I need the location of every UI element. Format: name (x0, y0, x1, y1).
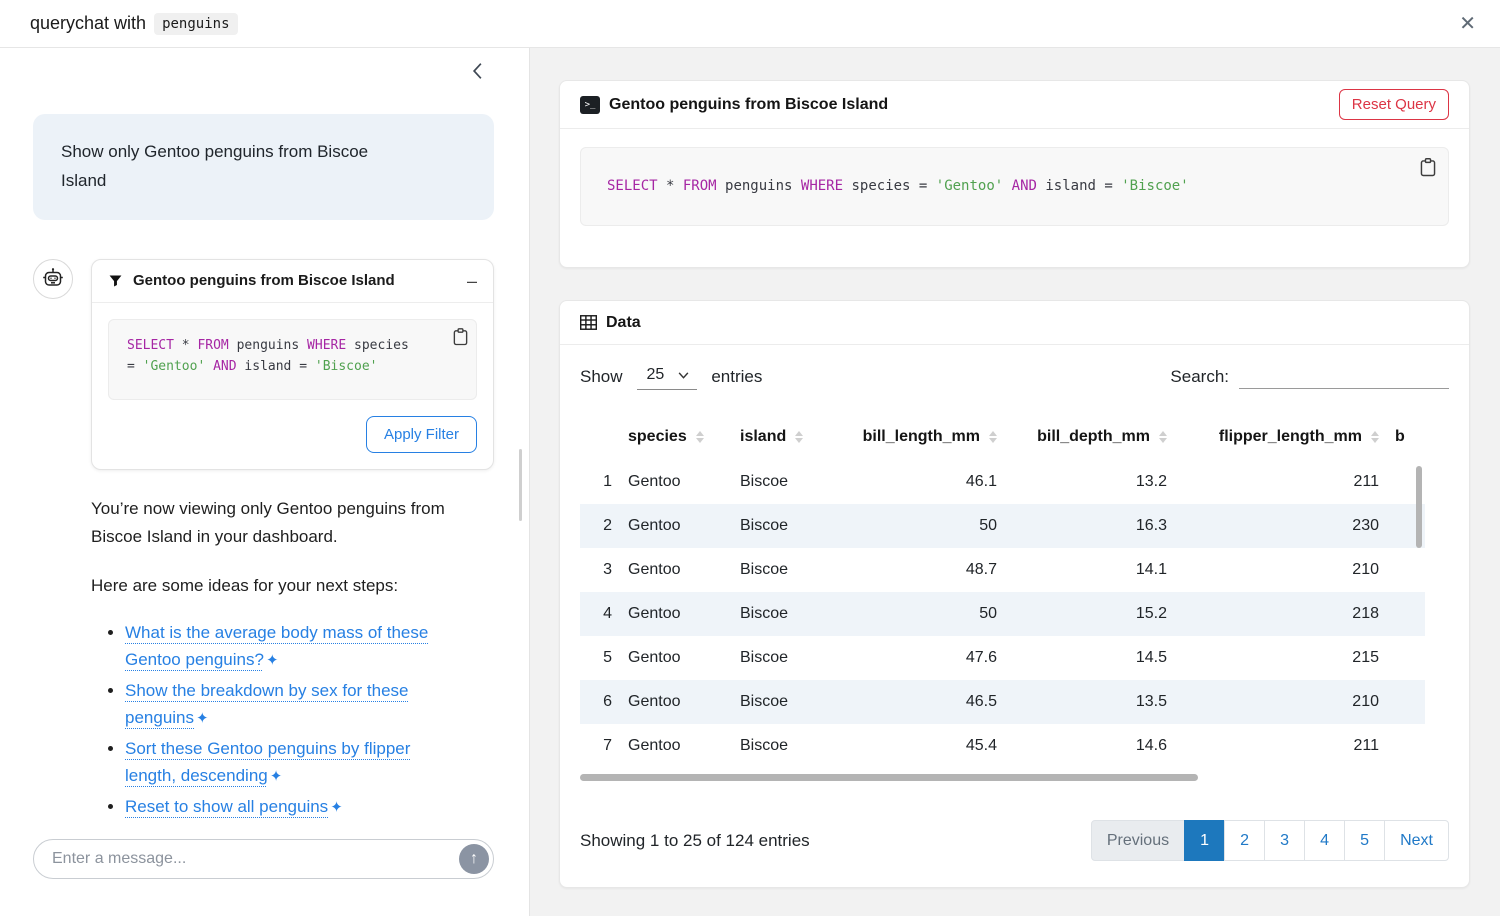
collapse-card-button[interactable]: – (467, 272, 477, 290)
table-row: 7GentooBiscoe45.414.6211 (580, 724, 1425, 768)
search-label: Search: (1170, 367, 1229, 387)
filter-tool-card: Gentoo penguins from Biscoe Island – SEL… (91, 259, 494, 471)
assistant-message: You’re now viewing only Gentoo penguins … (33, 495, 494, 820)
sort-arrows-icon (696, 427, 704, 447)
robot-icon (41, 267, 65, 291)
page-button-2[interactable]: 2 (1224, 820, 1265, 861)
table-header-row: speciesislandbill_length_mmbill_depth_mm… (580, 416, 1425, 460)
penguins-table: speciesislandbill_length_mmbill_depth_mm… (580, 416, 1425, 768)
page-button-4[interactable]: 4 (1304, 820, 1345, 861)
data-card-title: Data (606, 314, 641, 332)
sort-arrows-icon (989, 427, 997, 447)
table-row: 5GentooBiscoe47.614.5215 (580, 636, 1425, 680)
user-message-text: Show only Gentoo penguins from Biscoe Is… (61, 138, 417, 196)
suggestion-link[interactable]: Show the breakdown by sex for these peng… (125, 681, 409, 728)
app-title: querychat with (30, 13, 146, 34)
assistant-avatar (33, 259, 73, 299)
pagination: Previous12345Next (1091, 820, 1449, 861)
table-body: 1GentooBiscoe46.113.22112GentooBiscoe501… (580, 460, 1425, 768)
suggestion-list: What is the average body mass of these G… (125, 619, 494, 821)
reset-query-button[interactable]: Reset Query (1339, 89, 1449, 120)
filter-funnel-icon (108, 273, 123, 288)
vertical-scrollbar[interactable] (1416, 466, 1422, 548)
suggestion-item: Sort these Gentoo penguins by flipper le… (125, 735, 460, 790)
suggestion-link[interactable]: Sort these Gentoo penguins by flipper le… (125, 739, 410, 786)
close-icon[interactable]: ✕ (1459, 14, 1476, 34)
apply-filter-button[interactable]: Apply Filter (366, 416, 477, 453)
suggestion-link[interactable]: Reset to show all penguins (125, 797, 328, 816)
page-length-control: Show 25 entries (580, 363, 762, 390)
copy-icon[interactable] (1420, 158, 1436, 177)
table-scroll-area[interactable]: speciesislandbill_length_mmbill_depth_mm… (580, 416, 1449, 784)
sql-code-block-main: SELECT * FROM penguins WHERE species = '… (580, 147, 1449, 226)
send-button[interactable]: ↑ (459, 844, 489, 874)
sparkle-icon: ✦ (196, 710, 209, 727)
column-header-flipper_length_mm[interactable]: flipper_length_mm (1175, 416, 1387, 460)
column-header-species[interactable]: species (620, 416, 732, 460)
suggestion-item: Show the breakdown by sex for these peng… (125, 677, 460, 732)
sort-arrows-icon (795, 427, 803, 447)
suggestion-item: Reset to show all penguins✦ (125, 793, 460, 821)
search-control: Search: (1170, 364, 1449, 389)
horizontal-scrollbar[interactable] (580, 774, 1198, 781)
assistant-paragraph: Here are some ideas for your next steps: (91, 572, 494, 600)
chevron-left-icon (471, 62, 484, 80)
column-header-island[interactable]: island (732, 416, 832, 460)
assistant-paragraph: You’re now viewing only Gentoo penguins … (91, 495, 494, 551)
page-button-next[interactable]: Next (1384, 820, 1449, 861)
chevron-down-icon (678, 372, 689, 379)
sparkle-icon: ✦ (330, 799, 343, 816)
column-header-bill_depth_mm[interactable]: bill_depth_mm (1005, 416, 1175, 460)
sparkle-icon: ✦ (270, 768, 283, 785)
query-card-title: Gentoo penguins from Biscoe Island (609, 96, 888, 114)
table-row: 6GentooBiscoe46.513.5210 (580, 680, 1425, 724)
table-search-input[interactable] (1239, 364, 1449, 389)
table-row: 1GentooBiscoe46.113.2211 (580, 460, 1425, 504)
sort-arrows-icon (1159, 427, 1167, 447)
page-length-value: 25 (647, 366, 665, 384)
table-row: 4GentooBiscoe5015.2218 (580, 592, 1425, 636)
filter-card-title: Gentoo penguins from Biscoe Island (133, 272, 395, 289)
page-button-3[interactable]: 3 (1264, 820, 1305, 861)
column-header-bill_length_mm[interactable]: bill_length_mm (832, 416, 1005, 460)
table-row: 3GentooBiscoe48.714.1210 (580, 548, 1425, 592)
page-button-1[interactable]: 1 (1184, 820, 1225, 861)
sql-code-block: SELECT * FROM penguins WHERE species= 'G… (108, 319, 477, 401)
sort-arrows-icon (1371, 427, 1379, 447)
terminal-icon: >_ (580, 96, 600, 114)
dashboard-main: >_ Gentoo penguins from Biscoe Island Re… (530, 48, 1500, 916)
copy-icon[interactable] (453, 328, 468, 346)
column-header-b[interactable]: b (1387, 416, 1425, 460)
page-length-select[interactable]: 25 (637, 363, 698, 390)
query-card: >_ Gentoo penguins from Biscoe Island Re… (559, 80, 1470, 268)
table-row: 2GentooBiscoe5016.3230 (580, 504, 1425, 548)
table-grid-icon (580, 315, 597, 330)
entries-summary: Showing 1 to 25 of 124 entries (580, 831, 810, 851)
show-label: Show (580, 367, 623, 387)
page-button-5[interactable]: 5 (1344, 820, 1385, 861)
panel-resize-handle[interactable] (519, 449, 522, 521)
collapse-sidebar-button[interactable] (471, 62, 484, 88)
chat-message-input[interactable] (33, 839, 494, 879)
data-card: Data Show 25 entries (559, 300, 1470, 888)
suggestion-item: What is the average body mass of these G… (125, 619, 460, 674)
dataset-chip: penguins (154, 13, 237, 35)
user-message-bubble: Show only Gentoo penguins from Biscoe Is… (33, 114, 494, 220)
chat-sidebar: Show only Gentoo penguins from Biscoe Is… (0, 48, 530, 916)
arrow-up-icon: ↑ (470, 850, 478, 867)
entries-label: entries (711, 367, 762, 387)
sparkle-icon: ✦ (266, 652, 279, 669)
page-button-previous[interactable]: Previous (1091, 820, 1185, 861)
app-header: querychat with penguins ✕ (0, 0, 1500, 48)
